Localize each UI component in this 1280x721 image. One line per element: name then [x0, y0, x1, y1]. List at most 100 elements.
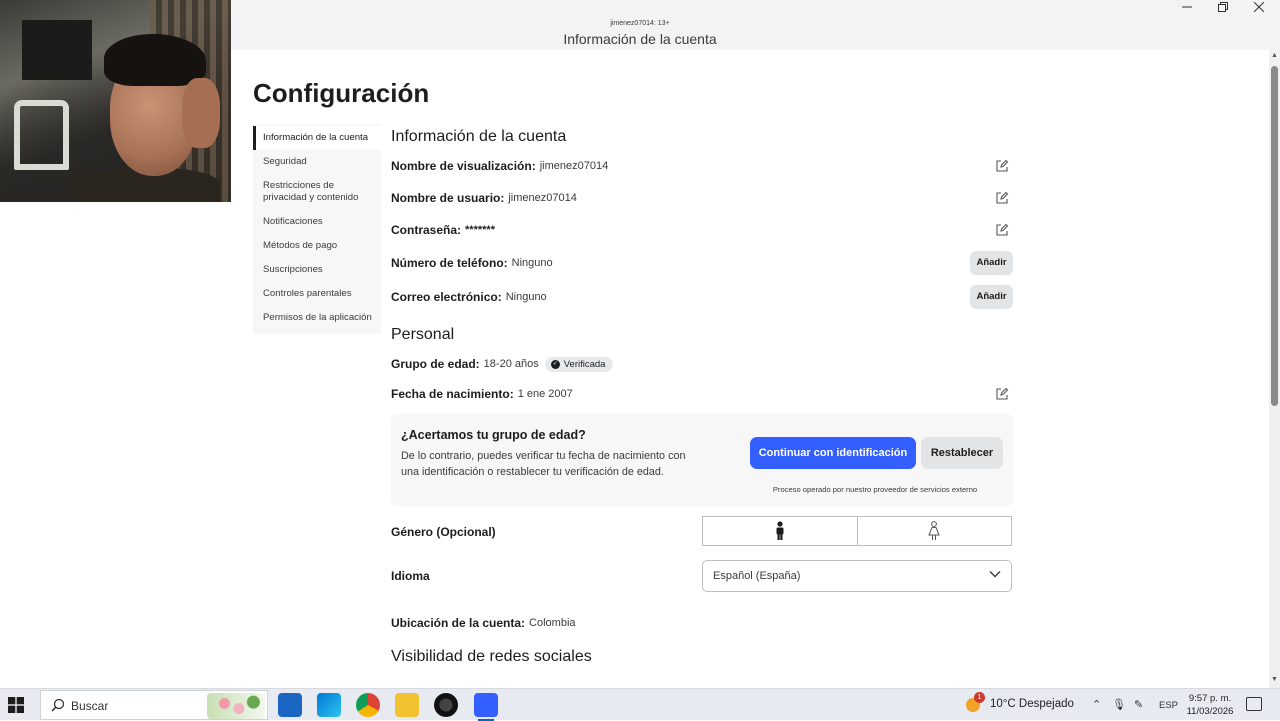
email-row: Correo electrónico: Ninguno Añadir: [391, 280, 1013, 314]
file-explorer-icon[interactable]: [395, 693, 419, 717]
settings-page: Configuración Información de la cuenta S…: [231, 50, 1269, 688]
restore-button[interactable]: [1205, 0, 1241, 18]
gender-option-female[interactable]: [856, 517, 1012, 545]
username-row: Nombre de usuario: jimenez07014: [391, 182, 1013, 214]
edit-icon[interactable]: [995, 387, 1009, 401]
username-value: jimenez07014: [508, 192, 577, 204]
location-label: Ubicación de la cuenta:: [391, 616, 526, 630]
password-value: *******: [465, 224, 495, 236]
age-group-value: 18-20 años: [483, 358, 539, 370]
search-highlight-image: [207, 693, 265, 719]
window-titlebar: jimenez07014: 13+ Información de la cuen…: [231, 0, 1280, 50]
sidenav-item-payment-methods[interactable]: Métodos de pago: [253, 234, 381, 258]
language-row: Idioma Español (España): [391, 558, 1013, 600]
sidenav-item-privacy[interactable]: Restricciones de privacidad y contenido: [253, 174, 381, 210]
scroll-up-arrow-icon[interactable]: ▲: [1270, 52, 1279, 62]
sidenav-item-security[interactable]: Seguridad: [253, 150, 381, 174]
age-group-row: Grupo de edad: 18-20 años ✓ Verificada: [391, 348, 1013, 380]
sidenav-item-app-permissions[interactable]: Permisos de la aplicación: [253, 306, 381, 330]
phone-label: Número de teléfono:: [391, 256, 508, 270]
language-indicator[interactable]: ESP: [1159, 700, 1178, 711]
checkmark-icon: ✓: [550, 359, 560, 369]
window-user-line: jimenez07014: 13+: [610, 20, 670, 27]
reset-verification-button[interactable]: Restablecer: [921, 437, 1003, 469]
verified-badge: ✓ Verificada: [544, 356, 614, 372]
microphone-icon[interactable]: 🎙: [1112, 698, 1126, 711]
windows-taskbar: Buscar 1 10°C Despejado ⌃ 🎙 ✎ ESP 9:57 p…: [0, 688, 1280, 721]
location-row: Ubicación de la cuenta: Colombia: [391, 606, 1013, 640]
close-button[interactable]: [1241, 0, 1277, 18]
obs-app-icon[interactable]: [434, 693, 458, 717]
language-label: Idioma: [391, 569, 430, 583]
scroll-down-arrow-icon[interactable]: ▼: [1270, 676, 1279, 686]
birthdate-row: Fecha de nacimiento: 1 ene 2007: [391, 380, 1013, 408]
edit-icon[interactable]: [995, 223, 1009, 237]
display-name-label: Nombre de visualización:: [391, 159, 536, 173]
birthdate-value: 1 ene 2007: [517, 388, 573, 400]
age-verification-note: Proceso operado por nuestro proveedor de…: [772, 485, 978, 494]
store-app-icon[interactable]: [278, 693, 302, 717]
personal-heading: Personal: [391, 326, 455, 343]
password-label: Contraseña:: [391, 223, 462, 237]
minimize-icon: [1182, 6, 1192, 8]
add-phone-button[interactable]: Añadir: [970, 251, 1013, 275]
page-title: Configuración: [253, 78, 430, 108]
clock-date: 11/03/2026: [1186, 706, 1234, 717]
edit-icon[interactable]: [995, 191, 1009, 205]
webcam-person-hand: [182, 78, 220, 148]
edge-browser-icon[interactable]: [317, 693, 341, 717]
taskbar-clock[interactable]: 9:57 p. m. 11/03/2026: [1182, 692, 1238, 718]
gender-option-male[interactable]: [703, 517, 857, 545]
age-group-label: Grupo de edad:: [391, 357, 480, 371]
sidenav-item-parental-controls[interactable]: Controles parentales: [253, 282, 381, 306]
verified-badge-label: Verificada: [563, 358, 606, 370]
email-label: Correo electrónico:: [391, 290, 502, 304]
weather-text: 10°C Despejado: [990, 698, 1074, 710]
phone-value: Ninguno: [511, 257, 553, 269]
birthdate-label: Fecha de nacimiento:: [391, 387, 514, 401]
female-icon: [928, 521, 940, 540]
password-row: Contraseña: *******: [391, 214, 1013, 246]
edit-icon[interactable]: [995, 159, 1009, 173]
chrome-icon[interactable]: [356, 693, 380, 717]
restore-icon: [1218, 2, 1228, 12]
webcam-overlay: [0, 0, 231, 202]
sidenav-item-subscriptions[interactable]: Suscripciones: [253, 258, 381, 282]
add-email-button[interactable]: Añadir: [970, 285, 1013, 309]
close-icon: [1253, 1, 1265, 13]
account-info-heading: Información de la cuenta: [391, 128, 567, 145]
sidenav-item-notifications[interactable]: Notificaciones: [253, 210, 381, 234]
window-title: Información de la cuenta: [563, 31, 717, 47]
webcam-person-hair: [104, 34, 206, 86]
roblox-app-icon[interactable]: [474, 693, 498, 721]
settings-sidenav: Información de la cuenta Seguridad Restr…: [253, 124, 381, 334]
chevron-down-icon: [989, 571, 1001, 578]
sidenav-item-account-info[interactable]: Información de la cuenta: [253, 126, 381, 150]
page-scrollbar[interactable]: ▲ ▼: [1269, 50, 1280, 688]
weather-widget[interactable]: 1 10°C Despejado: [966, 692, 1074, 712]
taskbar-search-placeholder: Buscar: [71, 699, 109, 713]
taskbar-search[interactable]: Buscar: [40, 690, 268, 720]
minimize-button[interactable]: [1169, 0, 1205, 18]
chevron-up-icon[interactable]: ⌃: [1092, 698, 1101, 711]
notification-center-icon[interactable]: [1246, 697, 1262, 711]
continue-with-id-button[interactable]: Continuar con identificación: [750, 437, 916, 469]
gender-row: Género (Opcional): [391, 514, 1013, 556]
language-select[interactable]: Español (España): [702, 560, 1012, 592]
language-select-value: Español (España): [713, 570, 801, 582]
windows-start-icon[interactable]: [8, 697, 24, 713]
clock-time: 9:57 p. m.: [1188, 693, 1232, 704]
scrollbar-thumb[interactable]: [1271, 66, 1278, 406]
weather-badge: 1: [974, 692, 985, 703]
social-visibility-heading: Visibilidad de redes sociales: [391, 648, 592, 665]
search-icon: [51, 698, 65, 712]
gender-label: Género (Opcional): [391, 525, 496, 539]
weather-moon-icon: 1: [966, 692, 985, 712]
male-icon: [776, 521, 784, 540]
settings-main: Información de la cuenta Nombre de visua…: [391, 124, 1013, 670]
age-verification-question: ¿Acertamos tu grupo de edad?: [401, 428, 586, 442]
gender-toggle: [702, 516, 1012, 546]
age-verification-description: De lo contrario, puedes verificar tu fec…: [401, 450, 686, 478]
pen-icon[interactable]: ✎: [1134, 698, 1143, 711]
location-value: Colombia: [529, 617, 576, 629]
